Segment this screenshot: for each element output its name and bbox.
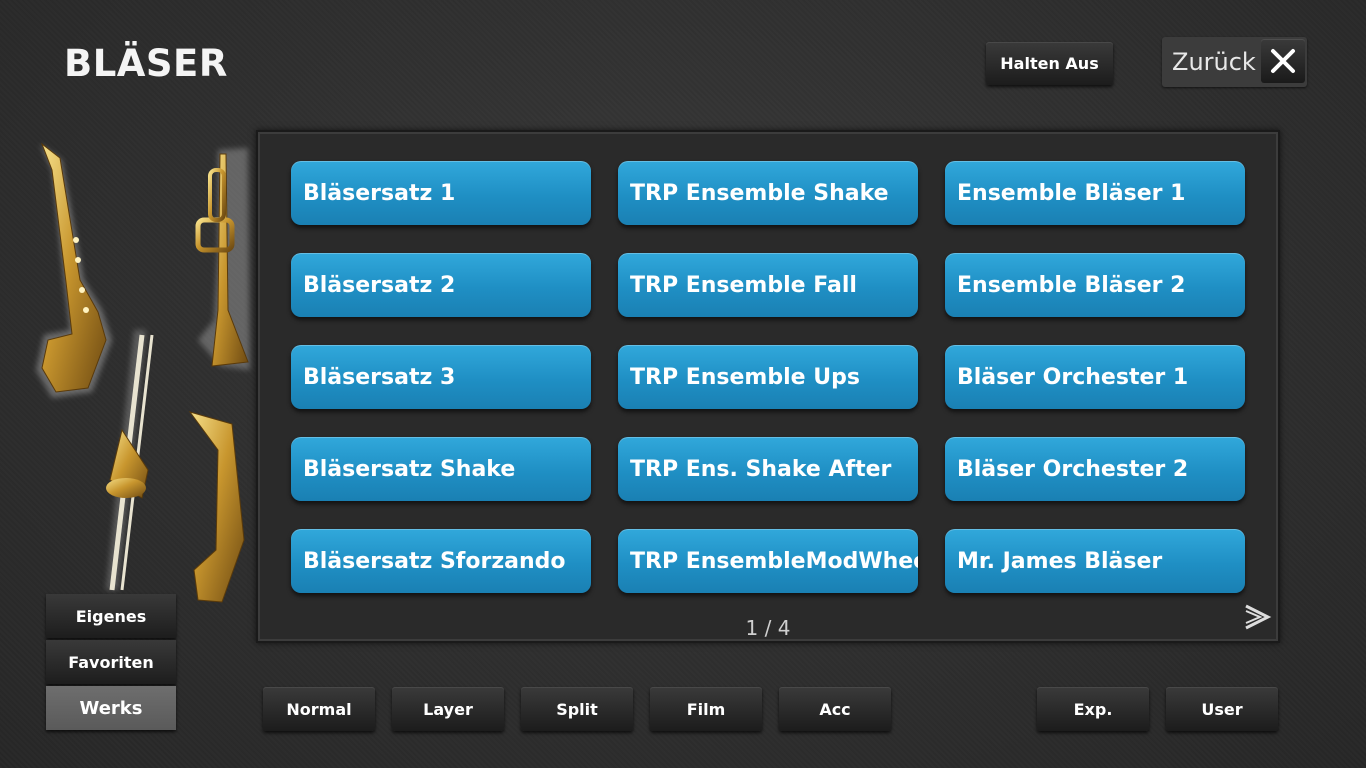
next-page-arrow-icon[interactable] [1240, 600, 1274, 634]
sound-button[interactable]: Bläsersatz Shake [291, 437, 591, 501]
sound-button[interactable]: Ensemble Bläser 2 [945, 253, 1245, 317]
back-label: Zurück [1172, 48, 1256, 76]
page-indicator: 1 / 4 [745, 616, 791, 640]
exp-button[interactable]: Exp. [1037, 687, 1149, 731]
sound-button[interactable]: Bläser Orchester 2 [945, 437, 1245, 501]
trumpet-icon [195, 148, 250, 370]
halten-aus-button[interactable]: Halten Aus [986, 42, 1113, 85]
category-favoriten-button[interactable]: Favoriten [46, 640, 176, 684]
mode-film-button[interactable]: Film [650, 687, 762, 731]
saxophone-icon [36, 142, 112, 398]
back-button[interactable]: Zurück [1162, 37, 1307, 87]
sound-button[interactable]: TRP Ens. Shake After [618, 437, 918, 501]
sound-button[interactable]: Bläsersatz 3 [291, 345, 591, 409]
trombone-icon [106, 330, 154, 591]
category-werks-button[interactable]: Werks [46, 686, 176, 730]
mode-acc-button[interactable]: Acc [779, 687, 891, 731]
sound-button[interactable]: TRP Ensemble Ups [618, 345, 918, 409]
sound-button[interactable]: Bläsersatz 2 [291, 253, 591, 317]
brass-instruments-illustration [36, 142, 250, 603]
saxophone-small-icon [188, 411, 245, 603]
category-eigenes-button[interactable]: Eigenes [46, 594, 176, 638]
close-icon[interactable] [1261, 39, 1305, 83]
page-title: BLÄSER [64, 42, 228, 85]
user-button[interactable]: User [1166, 687, 1278, 731]
sound-button[interactable]: Mr. James Bläser [945, 529, 1245, 593]
sound-button[interactable]: Ensemble Bläser 1 [945, 161, 1245, 225]
sound-button[interactable]: Bläser Orchester 1 [945, 345, 1245, 409]
mode-layer-button[interactable]: Layer [392, 687, 504, 731]
mode-normal-button[interactable]: Normal [263, 687, 375, 731]
sound-button[interactable]: Bläsersatz 1 [291, 161, 591, 225]
sound-button[interactable]: TRP Ensemble Shake [618, 161, 918, 225]
mode-split-button[interactable]: Split [521, 687, 633, 731]
sound-button[interactable]: TRP EnsembleModWheel [618, 529, 918, 593]
sound-button[interactable]: TRP Ensemble Fall [618, 253, 918, 317]
sound-button[interactable]: Bläsersatz Sforzando [291, 529, 591, 593]
sound-selection-panel: Bläsersatz 1 TRP Ensemble Shake Ensemble B… [256, 130, 1280, 643]
